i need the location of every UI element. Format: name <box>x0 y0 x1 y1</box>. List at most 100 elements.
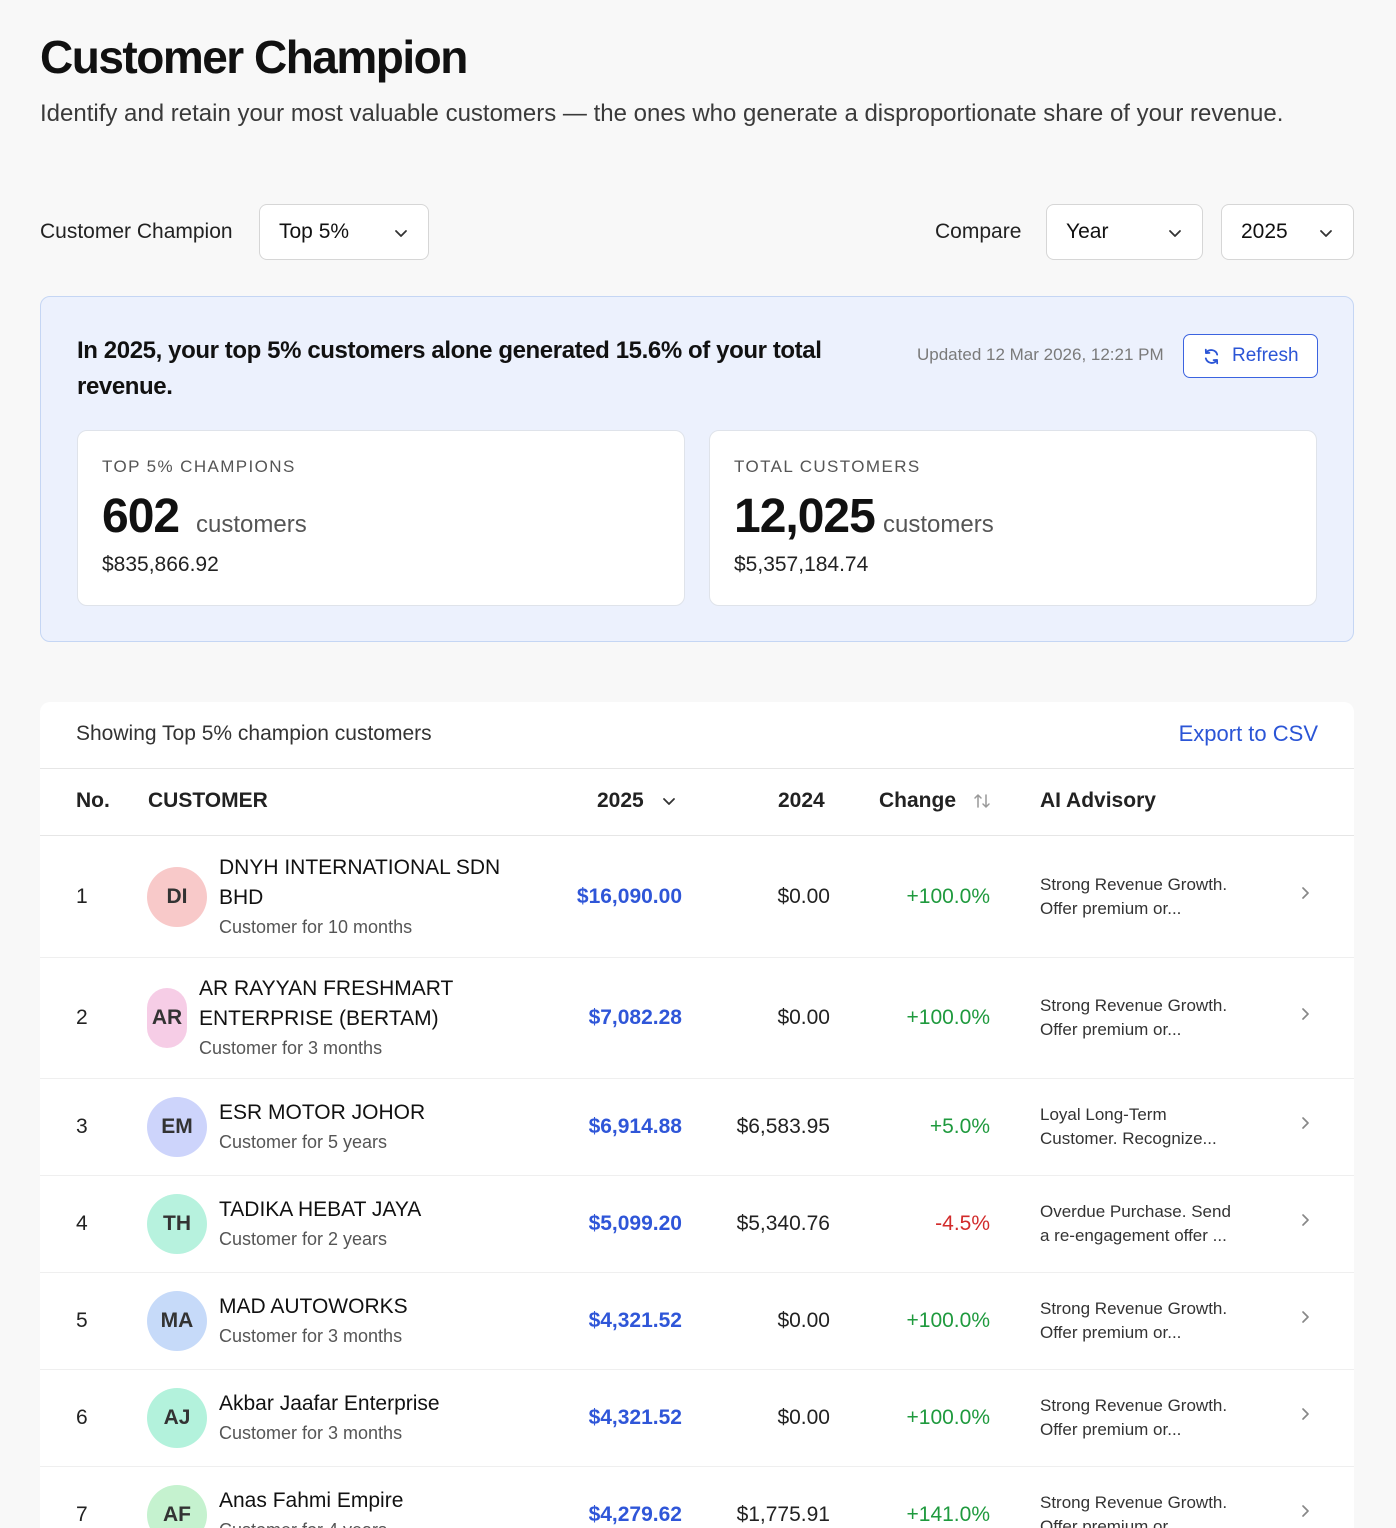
table-row[interactable]: 5 MA MAD AUTOWORKS Customer for 3 months $4,… <box>40 1272 1354 1369</box>
customer-tenure: Customer for 5 years <box>219 1131 388 1152</box>
champions-stat-card: TOP 5% CHAMPIONS 602 customers $835,866.… <box>77 430 685 606</box>
change-value: +100.0% <box>906 1405 991 1429</box>
row-number: 1 <box>76 884 88 908</box>
customer-name-line: MAD AUTOWORKS <box>219 1294 408 1318</box>
change-value: +5.0% <box>929 1114 990 1138</box>
revenue-2025: $7,082.28 <box>588 1005 682 1029</box>
ai-advisory-line: Overdue Purchase. Send <box>1040 1201 1231 1221</box>
column-header-customer: CUSTOMER <box>148 789 268 812</box>
customer-name-line: TADIKA HEBAT JAYA <box>219 1197 422 1221</box>
customer-name-line: ENTERPRISE (BERTAM) <box>199 1006 439 1030</box>
ai-advisory-line: Offer premium or... <box>1040 1419 1182 1439</box>
stat-unit: customers <box>196 511 307 538</box>
avatar: AR <box>147 987 187 1048</box>
table-row[interactable]: 4 TH TADIKA HEBAT JAYA Customer for 2 years… <box>40 1175 1354 1272</box>
stat-count: 12,025 <box>734 490 876 543</box>
chevron-right-icon[interactable] <box>1296 1308 1314 1326</box>
compare-label: Compare <box>935 220 1022 243</box>
revenue-2025: $5,099.20 <box>588 1211 682 1235</box>
change-value: +141.0% <box>906 1502 991 1526</box>
ai-advisory: Strong Revenue Growth. Offer premium or..… <box>1040 1491 1270 1528</box>
avatar: DI <box>147 866 207 927</box>
champions-table: Showing Top 5% champion customers Export… <box>40 702 1354 1528</box>
customer-tenure: Customer for 2 years <box>219 1228 388 1249</box>
table-row[interactable]: 7 AF Anas Fahmi Empire Customer for 4 years… <box>40 1466 1354 1528</box>
table-caption: Showing Top 5% champion customers <box>76 722 432 745</box>
stat-label: TOTAL CUSTOMERS <box>734 457 921 476</box>
avatar: AJ <box>147 1387 207 1448</box>
avatar: EM <box>147 1096 207 1157</box>
ai-advisory-line: Customer. Recognize... <box>1040 1128 1217 1148</box>
customer-tenure: Customer for 4 years <box>219 1520 387 1528</box>
row-number: 5 <box>76 1308 88 1332</box>
ai-advisory: Loyal Long-Term Customer. Recognize... <box>1040 1103 1270 1151</box>
ai-advisory-line: a re-engagement offer ... <box>1040 1225 1227 1245</box>
revenue-2025: $4,279.62 <box>588 1502 682 1526</box>
chevron-right-icon[interactable] <box>1296 1502 1314 1520</box>
year-select-value: 2025 <box>1241 220 1288 243</box>
customer-name: ESR MOTOR JOHOR <box>219 1098 425 1128</box>
stat-amount: $835,866.92 <box>102 553 219 576</box>
refresh-button[interactable]: Refresh <box>1183 334 1318 378</box>
ai-advisory: Strong Revenue Growth. Offer premium or..… <box>1040 1297 1270 1345</box>
row-number: 4 <box>76 1211 88 1235</box>
customer-name: Akbar Jaafar Enterprise <box>219 1389 440 1419</box>
ai-advisory-line: Strong Revenue Growth. <box>1040 874 1228 894</box>
revenue-2025: $4,321.52 <box>588 1405 682 1429</box>
chevron-right-icon[interactable] <box>1296 1005 1314 1023</box>
chevron-down-icon <box>1169 230 1181 237</box>
stat-amount: $5,357,184.74 <box>734 553 869 576</box>
ai-advisory-line: Strong Revenue Growth. <box>1040 995 1228 1015</box>
revenue-2024: $0.00 <box>777 1405 830 1429</box>
chevron-right-icon[interactable] <box>1296 1405 1314 1423</box>
compare-period-select[interactable]: Year <box>1046 204 1203 260</box>
revenue-2024: $0.00 <box>777 1308 830 1332</box>
table-row[interactable]: 6 AJ Akbar Jaafar Enterprise Customer for 3… <box>40 1369 1354 1466</box>
customer-name: DNYH INTERNATIONAL SDN BHD <box>219 853 500 913</box>
page-subtitle: Identify and retain your most valuable c… <box>40 100 1284 127</box>
customer-tenure: Customer for 10 months <box>219 916 413 937</box>
customer-tenure: Customer for 3 months <box>219 1325 403 1346</box>
table-row[interactable]: 2 AR AR RAYYAN FRESHMART ENTERPRISE (BERTAM… <box>40 957 1354 1078</box>
column-header-change-label: Change <box>879 789 957 812</box>
row-number: 7 <box>76 1502 88 1526</box>
chevron-right-icon[interactable] <box>1296 1114 1314 1132</box>
row-number: 2 <box>76 1005 88 1029</box>
ai-advisory: Strong Revenue Growth. Offer premium or..… <box>1040 873 1270 921</box>
chevron-right-icon[interactable] <box>1296 1211 1314 1229</box>
customer-tenure: Customer for 3 months <box>219 1422 403 1443</box>
customer-name-line: ESR MOTOR JOHOR <box>219 1100 426 1124</box>
champion-select-value: Top 5% <box>279 220 350 243</box>
change-value: +100.0% <box>906 884 991 908</box>
ai-advisory-line: Strong Revenue Growth. <box>1040 1492 1228 1512</box>
year-select[interactable]: 2025 <box>1221 204 1354 260</box>
table-row[interactable]: 3 EM ESR MOTOR JOHOR Customer for 5 years $6… <box>40 1078 1354 1175</box>
revenue-2024: $5,340.76 <box>736 1211 830 1235</box>
ai-advisory-line: Strong Revenue Growth. <box>1040 1395 1228 1415</box>
revenue-2024: $6,583.95 <box>736 1114 830 1138</box>
stat-count: 602 <box>102 490 180 543</box>
table-row[interactable]: 1 DI DNYH INTERNATIONAL SDN BHD Customer for… <box>40 836 1354 957</box>
change-value: +100.0% <box>906 1005 991 1029</box>
chevron-down-icon <box>395 230 407 237</box>
chevron-right-icon[interactable] <box>1296 884 1314 902</box>
customer-name-line: DNYH INTERNATIONAL SDN <box>219 855 501 879</box>
summary-headline: In 2025, your top 5% customers alone gen… <box>77 337 822 400</box>
sort-down-icon <box>662 798 675 806</box>
column-header-change[interactable]: Change <box>879 789 992 813</box>
revenue-2024: $1,775.91 <box>736 1502 830 1526</box>
chevron-down-icon <box>1320 230 1332 237</box>
export-csv-link[interactable]: Export to CSV <box>1179 721 1318 747</box>
sort-arrows-icon <box>974 794 990 809</box>
revenue-2024: $0.00 <box>777 884 830 908</box>
revenue-2025: $16,090.00 <box>576 884 682 908</box>
stat-label: TOP 5% CHAMPIONS <box>102 457 296 476</box>
change-value: +100.0% <box>906 1308 991 1332</box>
row-number: 6 <box>76 1405 88 1429</box>
column-header-no: No. <box>76 789 110 812</box>
avatar: AF <box>147 1484 207 1528</box>
ai-advisory-line: Offer premium or... <box>1040 1516 1182 1528</box>
column-header-2025[interactable]: 2025 <box>597 789 678 813</box>
champion-select[interactable]: Top 5% <box>259 204 429 260</box>
avatar: TH <box>147 1193 207 1254</box>
